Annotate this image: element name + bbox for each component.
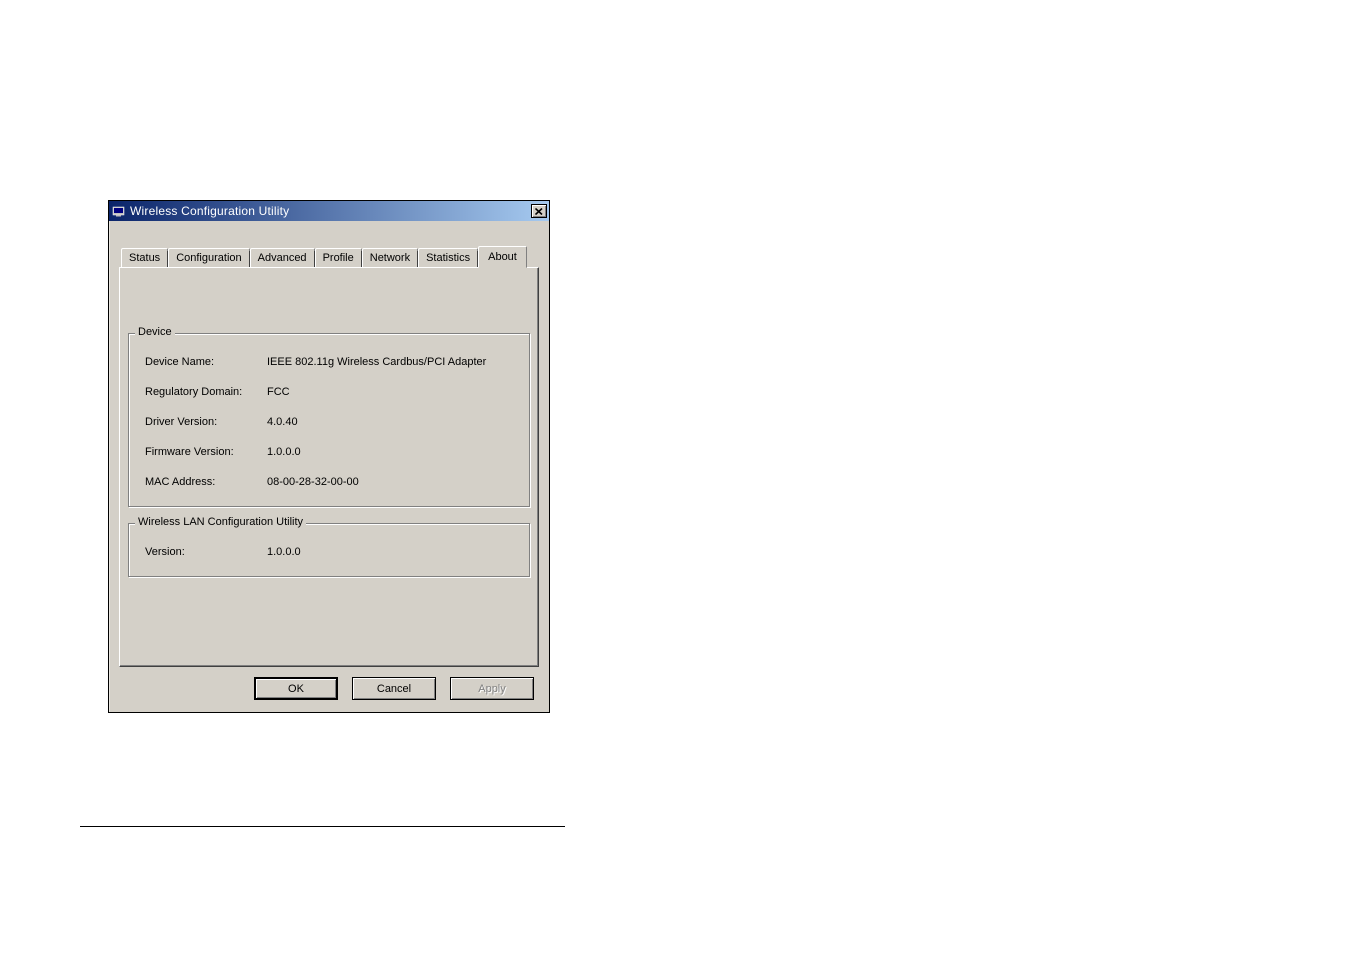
close-button[interactable]: [531, 204, 547, 218]
tab-panel-about: Device Device Name: IEEE 802.11g Wireles…: [119, 267, 539, 667]
tab-network[interactable]: Network: [362, 248, 418, 267]
tab-statistics[interactable]: Statistics: [418, 248, 478, 267]
app-icon: [112, 204, 126, 218]
groupbox-utility: Wireless LAN Configuration Utility Versi…: [128, 523, 530, 577]
window-title: Wireless Configuration Utility: [130, 204, 531, 218]
dialog-window: Wireless Configuration Utility Status Co…: [108, 200, 550, 713]
tab-status[interactable]: Status: [121, 248, 168, 267]
horizontal-rule: [80, 826, 565, 827]
client-area: Status Configuration Advanced Profile Ne…: [109, 221, 549, 712]
ok-button[interactable]: OK: [254, 677, 338, 700]
mac-address-label: MAC Address:: [145, 476, 267, 488]
titlebar[interactable]: Wireless Configuration Utility: [109, 201, 549, 221]
firmware-version-value: 1.0.0.0: [267, 446, 301, 458]
groupbox-utility-title: Wireless LAN Configuration Utility: [135, 516, 306, 528]
field-row: Regulatory Domain: FCC: [145, 386, 519, 398]
field-row: Driver Version: 4.0.40: [145, 416, 519, 428]
groupbox-device: Device Device Name: IEEE 802.11g Wireles…: [128, 333, 530, 507]
field-row: MAC Address: 08-00-28-32-00-00: [145, 476, 519, 488]
tab-strip: Status Configuration Advanced Profile Ne…: [119, 246, 539, 267]
field-row: Firmware Version: 1.0.0.0: [145, 446, 519, 458]
device-name-value: IEEE 802.11g Wireless Cardbus/PCI Adapte…: [267, 356, 486, 368]
driver-version-label: Driver Version:: [145, 416, 267, 428]
device-name-label: Device Name:: [145, 356, 267, 368]
cancel-button[interactable]: Cancel: [352, 677, 436, 700]
dialog-button-row: OK Cancel Apply: [119, 677, 539, 700]
regulatory-domain-value: FCC: [267, 386, 290, 398]
utility-version-value: 1.0.0.0: [267, 546, 301, 558]
groupbox-device-title: Device: [135, 326, 175, 338]
field-row: Device Name: IEEE 802.11g Wireless Cardb…: [145, 356, 519, 368]
tab-configuration[interactable]: Configuration: [168, 248, 249, 267]
tab-about[interactable]: About: [478, 246, 527, 268]
utility-version-label: Version:: [145, 546, 267, 558]
apply-button: Apply: [450, 677, 534, 700]
regulatory-domain-label: Regulatory Domain:: [145, 386, 267, 398]
tab-advanced[interactable]: Advanced: [250, 248, 315, 267]
tab-profile[interactable]: Profile: [315, 248, 362, 267]
mac-address-value: 08-00-28-32-00-00: [267, 476, 359, 488]
driver-version-value: 4.0.40: [267, 416, 298, 428]
field-row: Version: 1.0.0.0: [145, 546, 519, 558]
firmware-version-label: Firmware Version:: [145, 446, 267, 458]
